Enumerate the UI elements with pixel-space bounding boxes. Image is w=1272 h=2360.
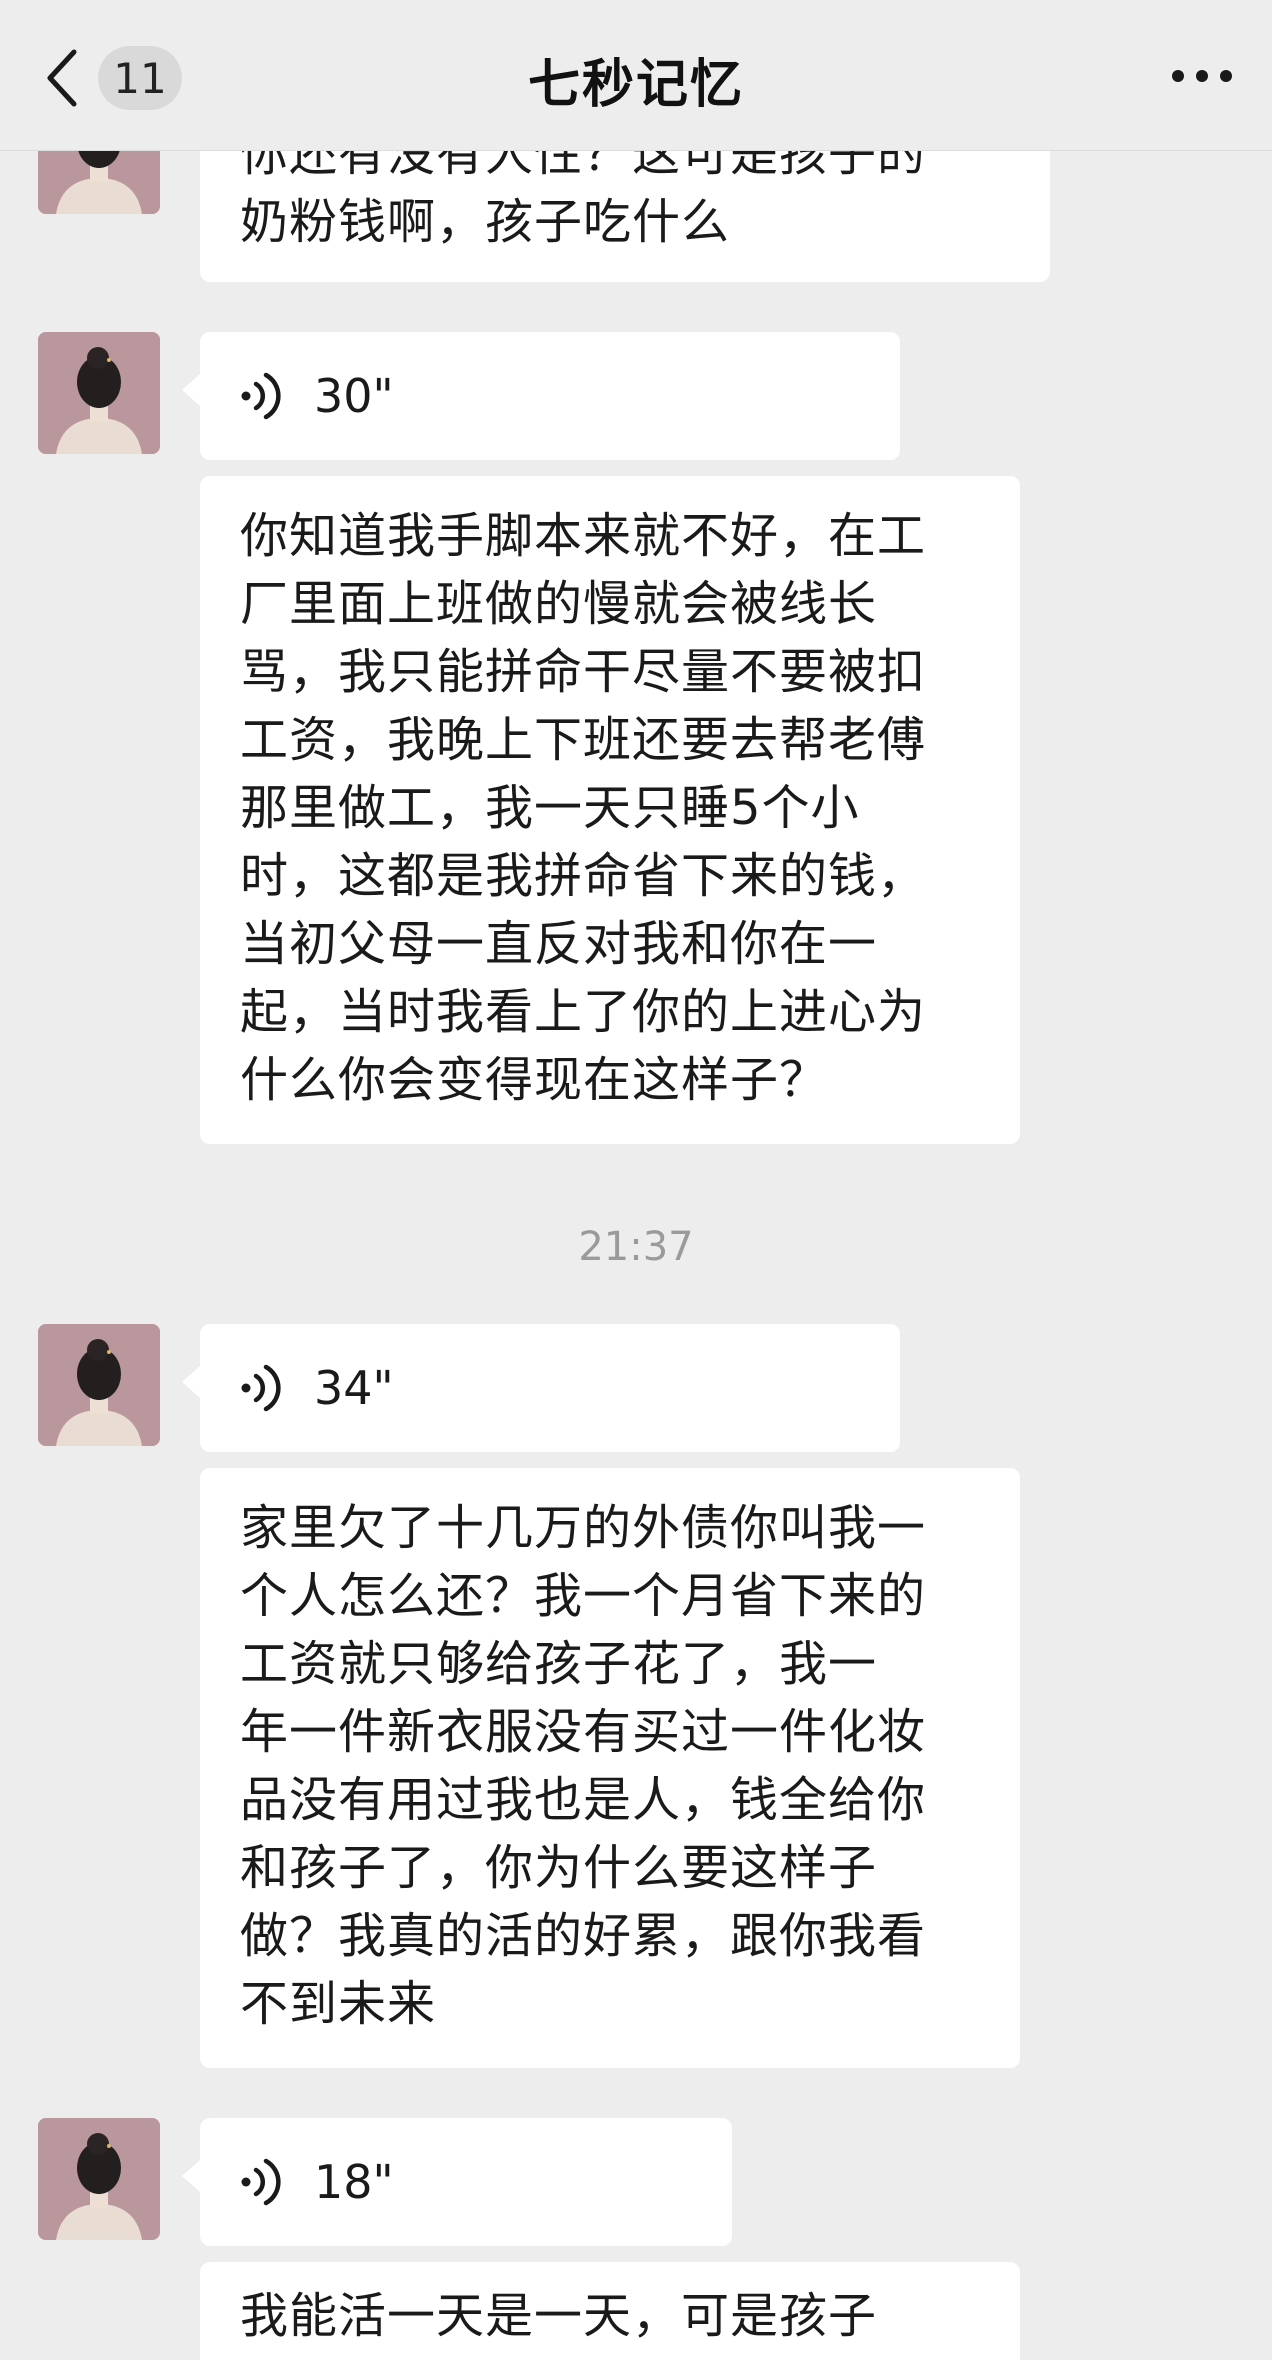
voice-message[interactable]: 18" bbox=[182, 2118, 732, 2246]
contact-avatar[interactable] bbox=[38, 332, 160, 454]
message-text: 你知道我手脚本来就不好，在工 厂里面上班做的慢就会被线长 骂，我只能拼命干尽量不… bbox=[240, 508, 927, 1108]
chat-header: 11 七秒记忆 bbox=[0, 0, 1272, 151]
message-text: 我能活一天是一天，可是孩子 bbox=[240, 2288, 878, 2344]
contact-avatar[interactable] bbox=[38, 1324, 160, 1446]
avatar-image bbox=[38, 1324, 160, 1446]
more-options-button[interactable] bbox=[1172, 62, 1232, 90]
voice-wave-icon bbox=[241, 1364, 281, 1412]
chat-screen: 你还有没有人性？这可是孩子的 奶粉钱啊，孩子吃什么 30" 你知道我手脚本来就不… bbox=[0, 0, 1272, 2360]
more-dots-icon bbox=[1196, 70, 1208, 82]
message-bubble[interactable]: 你知道我手脚本来就不好，在工 厂里面上班做的慢就会被线长 骂，我只能拼命干尽量不… bbox=[200, 476, 1020, 1144]
message-bubble[interactable]: 我能活一天是一天，可是孩子 bbox=[200, 2262, 1020, 2360]
avatar-image bbox=[38, 332, 160, 454]
voice-message[interactable]: 34" bbox=[182, 1324, 900, 1452]
message-text: 家里欠了十几万的外债你叫我一 个人怎么还？我一个月省下来的 工资就只够给孩子花了… bbox=[240, 1500, 927, 2032]
voice-wave-icon bbox=[241, 2158, 281, 2206]
contact-avatar[interactable] bbox=[38, 2118, 160, 2240]
voice-duration: 30" bbox=[314, 369, 394, 423]
voice-duration: 34" bbox=[314, 1361, 394, 1415]
message-list[interactable]: 你还有没有人性？这可是孩子的 奶粉钱啊，孩子吃什么 30" 你知道我手脚本来就不… bbox=[0, 0, 1272, 2360]
more-dots-icon bbox=[1220, 70, 1232, 82]
chat-title: 七秒记忆 bbox=[527, 55, 744, 115]
timestamp: 21:37 bbox=[578, 1224, 694, 1270]
more-dots-icon bbox=[1172, 70, 1184, 82]
voice-message[interactable]: 30" bbox=[182, 332, 900, 460]
voice-wave-icon bbox=[241, 372, 281, 420]
message-bubble[interactable]: 家里欠了十几万的外债你叫我一 个人怎么还？我一个月省下来的 工资就只够给孩子花了… bbox=[200, 1468, 1020, 2068]
voice-duration: 18" bbox=[314, 2155, 394, 2209]
avatar-image bbox=[38, 2118, 160, 2240]
